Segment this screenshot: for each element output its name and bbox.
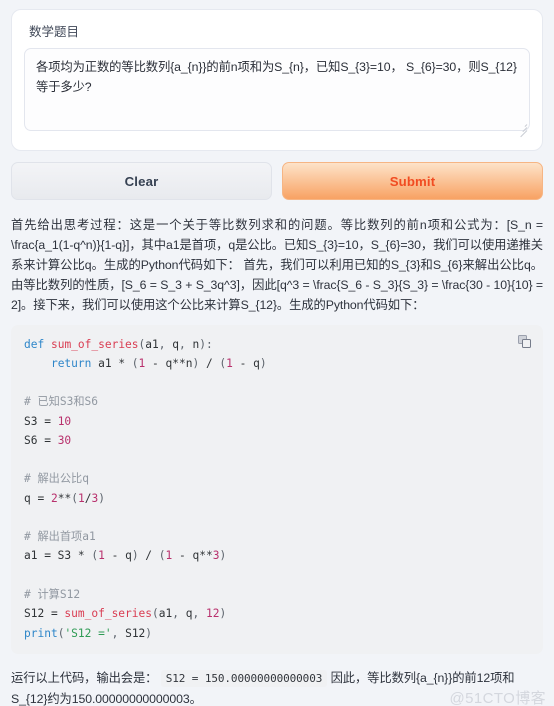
page-root: 数学题目 Clear Submit 首先给出思考过程：这是一个关于等比数列求和的… [0, 9, 554, 706]
action-button-row: Clear Submit [11, 162, 543, 200]
copy-icon[interactable] [518, 334, 532, 349]
question-textarea[interactable] [24, 48, 530, 131]
answer-paragraph: 首先给出思考过程：这是一个关于等比数列求和的问题。等比数列的前n项和公式为：[S… [11, 218, 543, 312]
result-summary: 运行以上代码，输出会是： S12 = 150.00000000000003 因此… [11, 668, 543, 706]
submit-button[interactable]: Submit [282, 162, 543, 200]
code-content[interactable]: def sum_of_series(a1, q, n): return a1 *… [24, 335, 530, 643]
result-output-code: S12 = 150.00000000000003 [160, 669, 328, 687]
question-input-wrapper [24, 48, 530, 138]
answer-text: 首先给出思考过程：这是一个关于等比数列求和的问题。等比数列的前n项和公式为：[S… [11, 216, 543, 316]
result-lead-text: 运行以上代码，输出会是： [11, 670, 158, 685]
page-title: 数学题目 [29, 25, 80, 39]
input-card: 数学题目 [11, 9, 543, 151]
code-block: def sum_of_series(a1, q, n): return a1 *… [11, 324, 543, 654]
clear-button[interactable]: Clear [11, 162, 272, 200]
